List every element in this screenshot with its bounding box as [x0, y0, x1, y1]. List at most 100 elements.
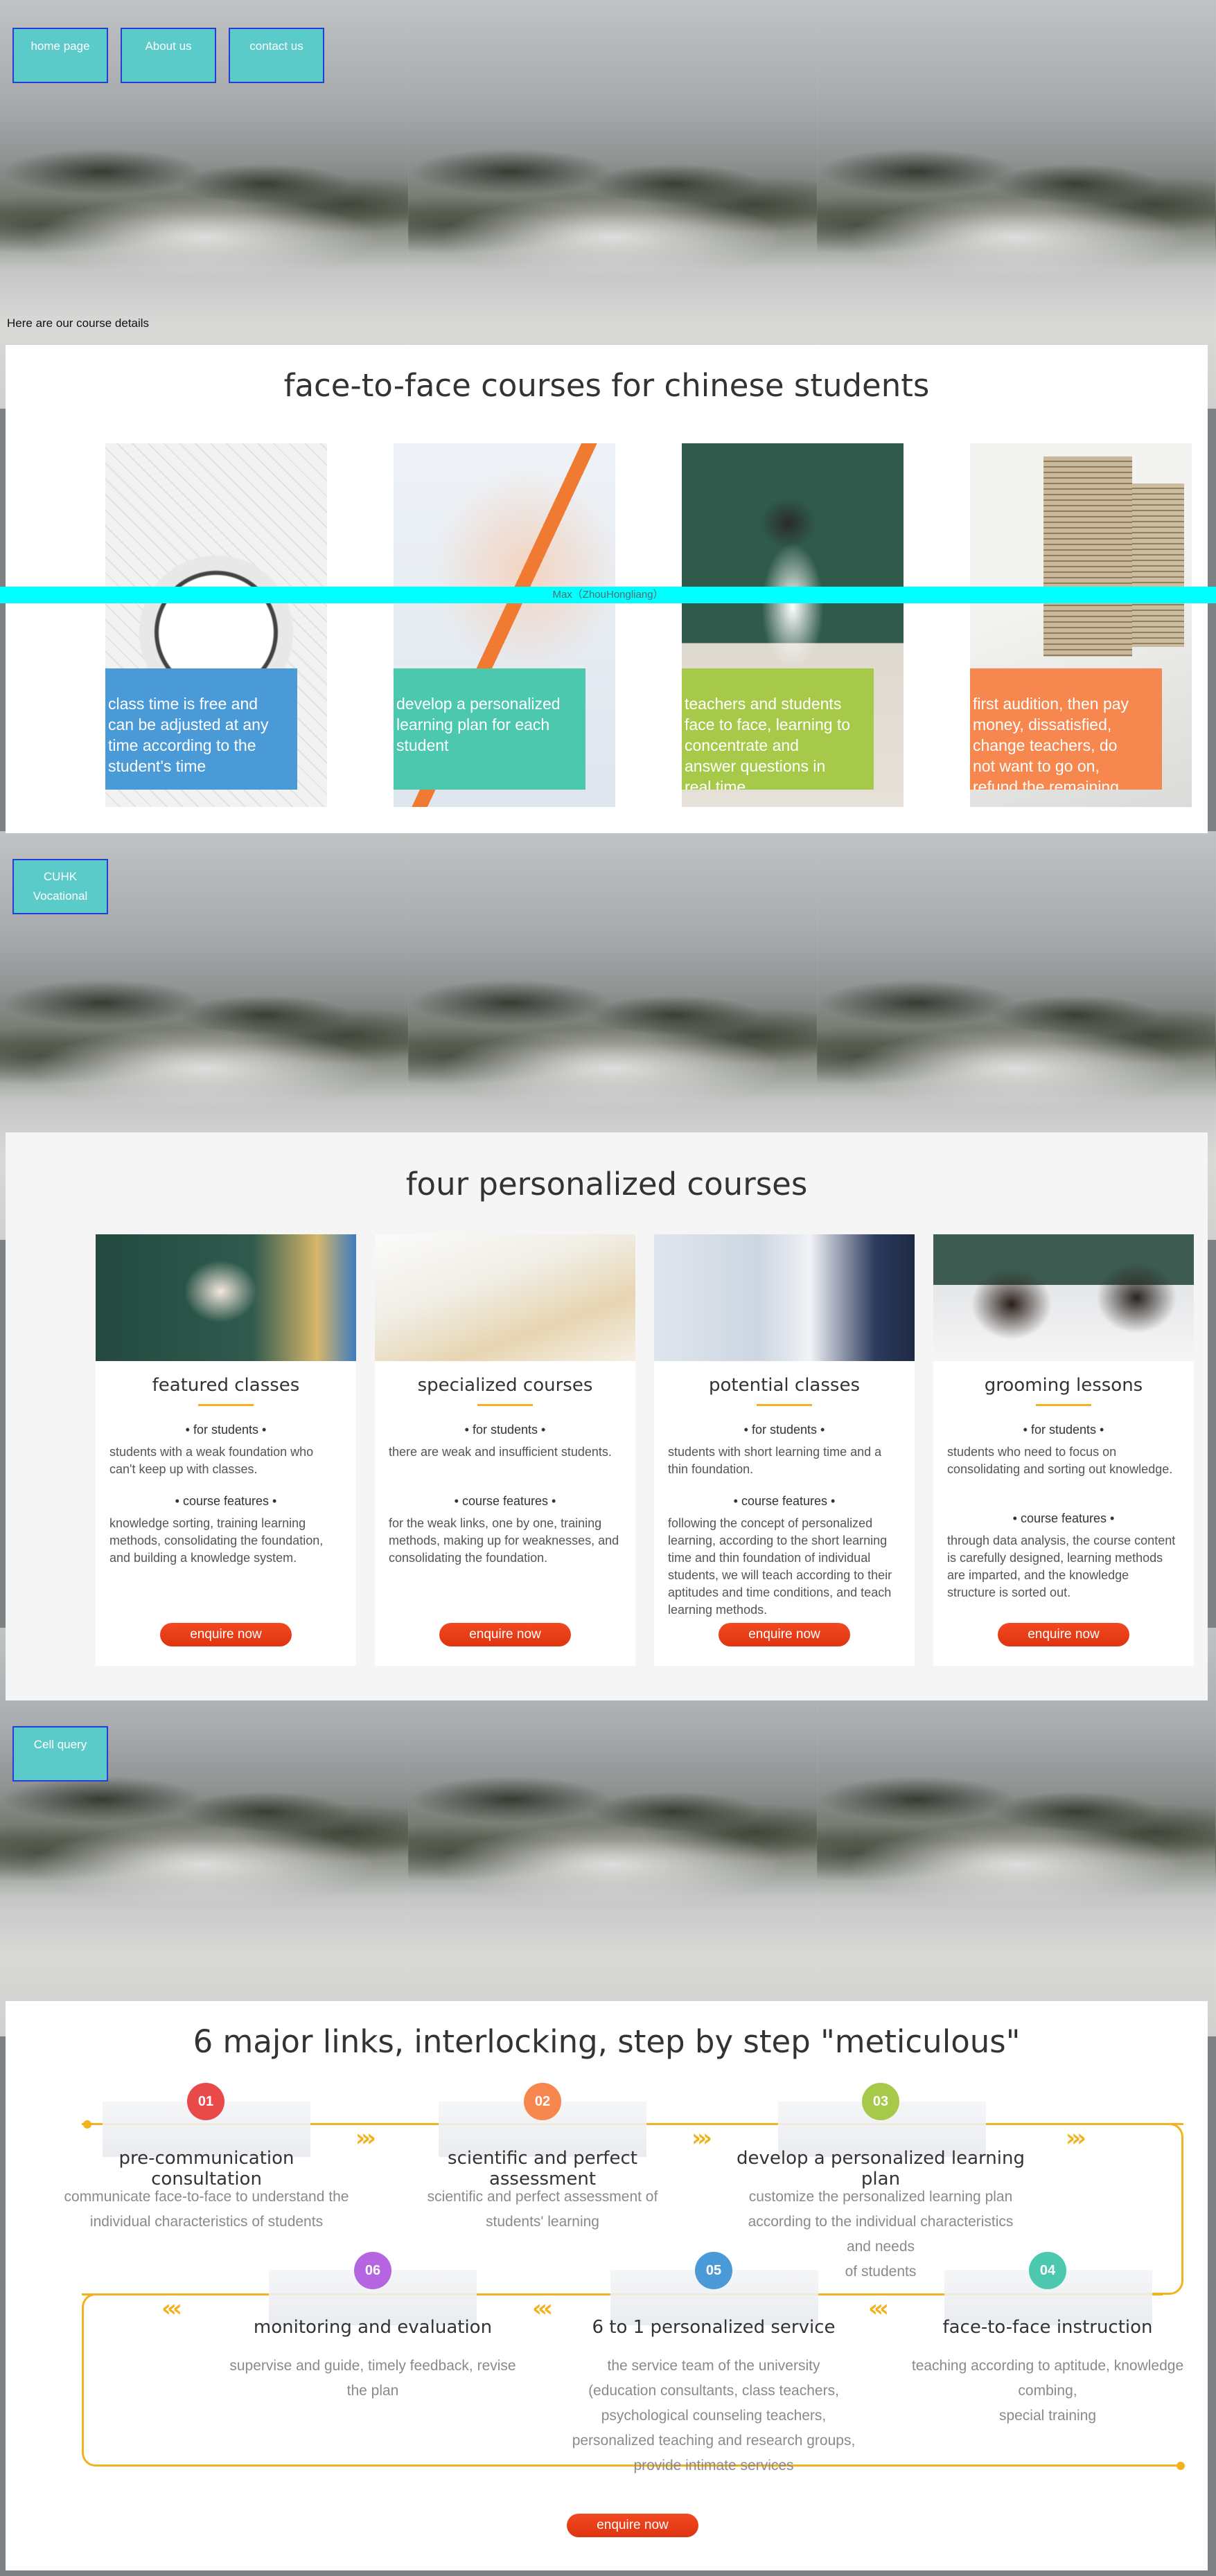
step-description: supervise and guide, timely feedback, re… [220, 2354, 525, 2404]
step-number-badge: 06 [354, 2252, 391, 2289]
chevron-left-icon: ‹‹‹ [161, 2295, 182, 2322]
step-title: develop a personalized learning plan [737, 2148, 1025, 2189]
step-title: 6 to 1 personalized service [592, 2317, 836, 2338]
f2f-card-label: develop a personalized learning plan for… [394, 668, 585, 790]
step-desc-line: customize the personalized learning plan [748, 2189, 1013, 2205]
enquire-button[interactable]: enquire now [160, 1623, 292, 1646]
step-title: face-to-face instruction [942, 2317, 1153, 2338]
step-desc-line: personalized teaching and research group… [572, 2433, 856, 2449]
course-underline [1036, 1404, 1091, 1406]
cuhk-vocational-button[interactable]: CUHK Vocational [12, 859, 108, 914]
step-desc-line: communicate face-to-face to understand t… [64, 2189, 349, 2205]
f2f-card[interactable]: develop a personalized learning plan for… [394, 443, 615, 807]
six-links-section: 6 major links, interlocking, step by ste… [6, 2001, 1208, 2570]
step-number-badge: 04 [1029, 2252, 1066, 2289]
step-desc-line: (education consultants, class teachers, [588, 2383, 839, 2399]
track-start-dot [83, 2120, 91, 2129]
enquire-button[interactable]: enquire now [998, 1623, 1129, 1646]
step-description: teaching according to aptitude, knowledg… [895, 2354, 1200, 2428]
step-desc-line: the plan [346, 2383, 399, 2399]
course-card: featured classes • for students • studen… [96, 1234, 356, 1666]
personalized-courses-section: four personalized courses featured class… [6, 1132, 1208, 1700]
step-description: the service team of the university (educ… [561, 2354, 866, 2478]
step-desc-line: according to the individual characterist… [748, 2214, 1014, 2230]
course-image [375, 1234, 635, 1361]
f2f-card[interactable]: first audition, then pay money, dissatis… [970, 443, 1192, 807]
for-students-heading: • for students • [464, 1423, 546, 1437]
chevron-left-icon: ‹‹‹ [868, 2295, 889, 2322]
f2f-card-label: teachers and students face to face, lear… [682, 668, 874, 790]
section-title: 6 major links, interlocking, step by ste… [193, 2023, 1021, 2060]
cuhk-label: CUHK [43, 870, 78, 883]
step-description: communicate face-to-face to understand t… [54, 2185, 359, 2235]
chevron-left-icon: ‹‹‹ [532, 2295, 553, 2322]
enquire-button[interactable]: enquire now [567, 2514, 698, 2537]
f2f-card-label: first audition, then pay money, dissatis… [970, 668, 1162, 790]
course-card: grooming lessons • for students • studen… [933, 1234, 1194, 1666]
chevron-right-icon: ››› [691, 2124, 712, 2152]
for-students-heading: • for students • [743, 1423, 825, 1437]
section-title: four personalized courses [405, 1166, 808, 1202]
vocational-label: Vocational [33, 889, 88, 903]
course-image [654, 1234, 915, 1361]
course-card: potential classes • for students • stude… [654, 1234, 915, 1666]
step-number-badge: 01 [187, 2083, 224, 2120]
course-underline [198, 1404, 254, 1406]
course-features-text: following the concept of personalized le… [668, 1516, 892, 1617]
intro-text: Here are our course details [7, 317, 150, 330]
for-students-heading: • for students • [185, 1423, 267, 1437]
step-title: pre-communication consultation [118, 2148, 294, 2189]
section-title: face-to-face courses for chinese student… [283, 367, 930, 404]
step-desc-line: and needs [846, 2239, 915, 2255]
track-end-dot [1177, 2462, 1185, 2470]
chevron-right-icon: ››› [1066, 2124, 1086, 2152]
author-bar: Max（ZhouHongliang） [0, 587, 1216, 603]
step-number-badge: 05 [695, 2252, 732, 2289]
step-desc-line: provide intimate services [633, 2458, 794, 2473]
course-students-text: students with a weak foundation who can'… [109, 1445, 314, 1476]
f2f-card[interactable]: class time is free and can be adjusted a… [105, 443, 327, 807]
step-desc-line: students' learning [486, 2214, 599, 2230]
course-features-heading: • course features • [175, 1494, 277, 1508]
step-title: monitoring and evaluation [253, 2317, 493, 2338]
step-desc-line: individual characteristics of students [89, 2214, 324, 2230]
enquire-button[interactable]: enquire now [719, 1623, 850, 1646]
for-students-heading: • for students • [1023, 1423, 1104, 1437]
course-underline [477, 1404, 533, 1406]
step-title: scientific and perfect assessment [448, 2148, 637, 2189]
course-title: grooming lessons [984, 1375, 1143, 1396]
step-description: scientific and perfect assessment of stu… [390, 2185, 695, 2235]
step-number-badge: 03 [862, 2083, 899, 2120]
course-underline [757, 1404, 812, 1406]
enquire-button[interactable]: enquire now [439, 1623, 571, 1646]
cell-query-button[interactable]: Cell query [12, 1726, 108, 1782]
course-title: potential classes [708, 1375, 860, 1396]
course-students-text: there are weak and insufficient students… [389, 1445, 612, 1459]
course-features-heading: • course features • [454, 1494, 556, 1508]
course-features-text: for the weak links, one by one, training… [389, 1516, 619, 1565]
course-image [96, 1234, 356, 1361]
course-features-heading: • course features • [1012, 1511, 1115, 1525]
process-track-right [1147, 2123, 1183, 2295]
step-desc-line: special training [998, 2408, 1097, 2424]
step-desc-line: teaching according to aptitude, knowledg… [911, 2358, 1184, 2399]
f2f-card[interactable]: teachers and students face to face, lear… [682, 443, 904, 807]
chevron-right-icon: ››› [355, 2124, 376, 2152]
course-features-text: knowledge sorting, training learning met… [109, 1516, 324, 1565]
step-desc-line: supervise and guide, timely feedback, re… [229, 2358, 516, 2374]
nav-about-button[interactable]: About us [121, 28, 216, 83]
step-desc-line: scientific and perfect assessment of [427, 2189, 658, 2205]
step-desc-line: psychological counseling teachers, [601, 2408, 827, 2424]
course-features-text: through data analysis, the course conten… [947, 1534, 1176, 1599]
course-features-heading: • course features • [733, 1494, 836, 1508]
course-students-text: students with short learning time and a … [668, 1445, 882, 1476]
course-students-text: students who need to focus on consolidat… [947, 1445, 1173, 1476]
course-card: specialized courses • for students • the… [375, 1234, 635, 1666]
f2f-card-label: class time is free and can be adjusted a… [105, 668, 297, 790]
step-desc-line: the service team of the university [607, 2358, 820, 2374]
nav-contact-button[interactable]: contact us [229, 28, 324, 83]
course-image [933, 1234, 1194, 1361]
course-title: specialized courses [417, 1375, 593, 1396]
nav-home-button[interactable]: home page [12, 28, 108, 83]
process-track-left [82, 2293, 116, 2467]
